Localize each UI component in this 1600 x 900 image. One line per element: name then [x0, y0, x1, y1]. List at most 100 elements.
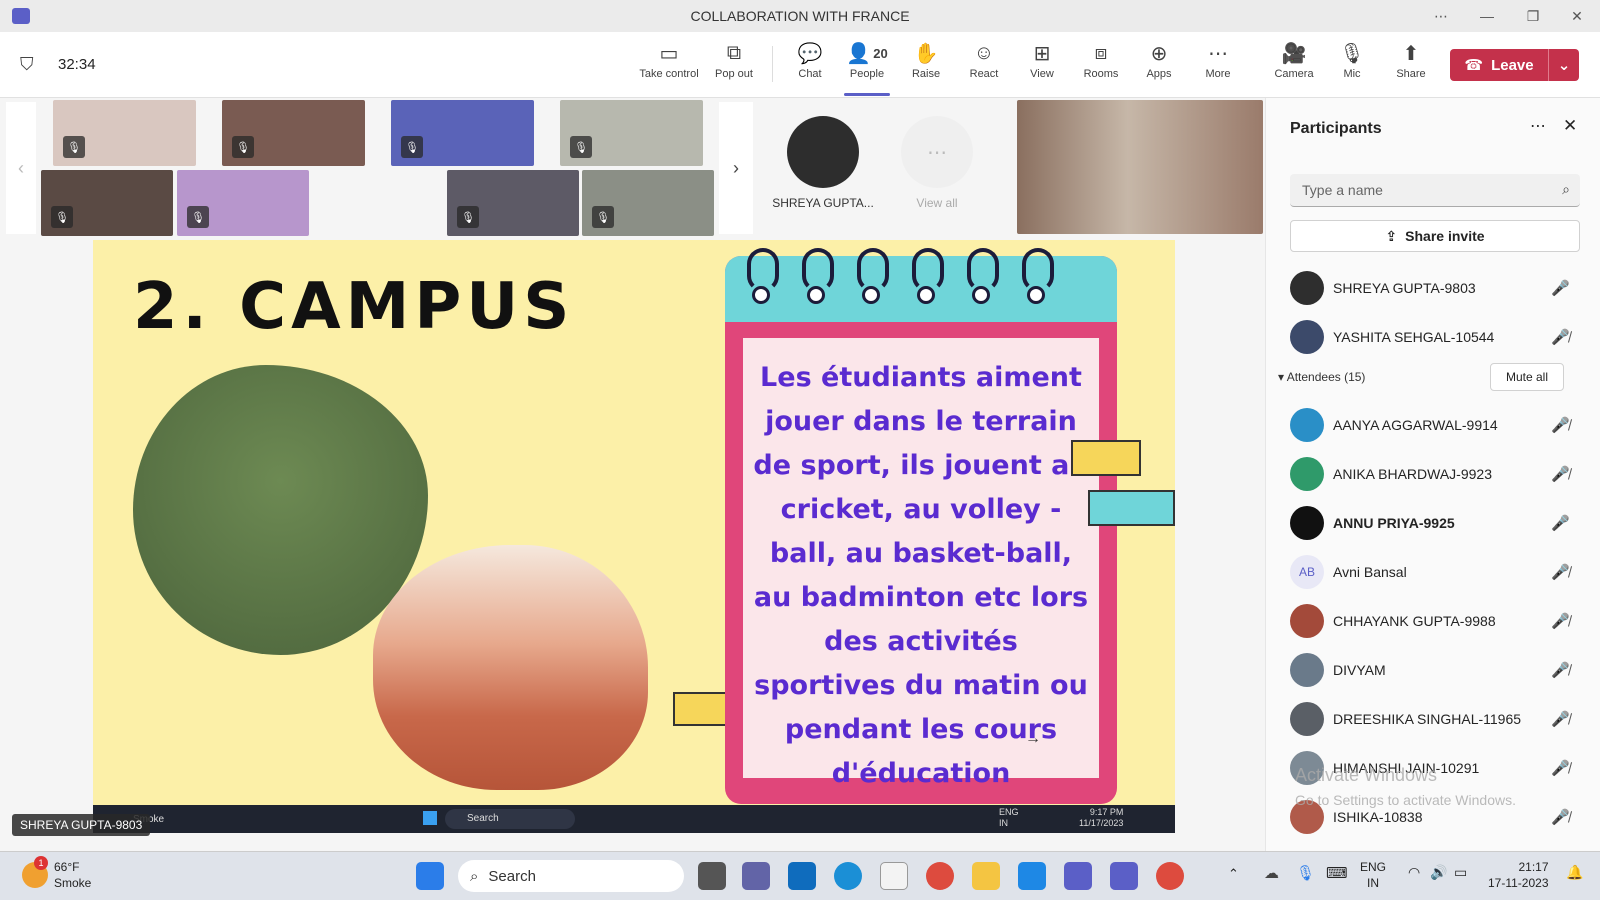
- notification-icon[interactable]: 🔔: [1566, 864, 1583, 881]
- task-view-icon[interactable]: [698, 862, 726, 890]
- windows-start-icon[interactable]: [416, 862, 444, 890]
- battery-icon[interactable]: ▭: [1454, 864, 1467, 881]
- ring: [747, 248, 779, 292]
- chevron-up-icon[interactable]: ⌃: [1228, 866, 1239, 882]
- keyboard-icon[interactable]: ⌨: [1326, 864, 1348, 882]
- pop-out-icon: ⧉: [726, 41, 742, 64]
- meet-icon[interactable]: [742, 862, 770, 890]
- search-icon: ⌕: [1562, 181, 1570, 197]
- participant-row[interactable]: ANNU PRIYA-9925 🎤: [1290, 501, 1590, 545]
- avatar[interactable]: [787, 116, 859, 188]
- video-tile[interactable]: 🎙: [447, 170, 579, 236]
- pop-out-button[interactable]: ⧉ Pop out: [703, 40, 765, 92]
- chat-button[interactable]: 💬 Chat: [779, 40, 841, 92]
- mic-icon[interactable]: 🎙: [1296, 864, 1315, 882]
- ring: [1022, 248, 1054, 292]
- leave-button[interactable]: ☎ Leave ⌄: [1450, 49, 1579, 81]
- notification-badge: 1: [34, 856, 48, 870]
- share-button[interactable]: ⬆ Share: [1380, 40, 1442, 92]
- strip-next-button[interactable]: ›: [719, 102, 753, 234]
- rooms-button[interactable]: ⧈ Rooms: [1070, 40, 1132, 92]
- smile-icon: ☺: [973, 41, 995, 64]
- video-tile[interactable]: 🎙: [582, 170, 714, 236]
- shared-screen: 2. CAMPUS Les étudiants aiment jouer dan…: [93, 240, 1175, 805]
- phone-icon: ☎: [1464, 57, 1484, 74]
- search-icon: ⌕: [470, 867, 479, 885]
- more-button[interactable]: ⋯ More: [1187, 40, 1249, 92]
- video-tile[interactable]: 🎙: [222, 100, 365, 166]
- wifi-icon[interactable]: ◠: [1408, 864, 1420, 881]
- participant-row[interactable]: DREESHIKA SINGHAL-11965 🎤̸: [1290, 697, 1590, 741]
- video-strip: ‹ 🎙 🎙 🎙 🎙 🎙 🎙 🎙 🎙 › SHREYA GUPTA... ⋯ Vi…: [0, 98, 1265, 238]
- chevron-down-icon: ▾: [1278, 370, 1287, 384]
- file-explorer-icon[interactable]: [972, 862, 1000, 890]
- volume-icon[interactable]: 🔊: [1430, 864, 1447, 881]
- video-tile[interactable]: 🎙: [177, 170, 309, 236]
- store-icon[interactable]: [880, 862, 908, 890]
- more-options-icon[interactable]: ⋯: [1418, 0, 1464, 32]
- chevron-down-icon[interactable]: ⌄: [1549, 56, 1579, 74]
- mic-off-icon: 🎙: [457, 206, 479, 228]
- people-button[interactable]: 👤 20 People: [836, 40, 898, 96]
- participant-row[interactable]: ANIKA BHARDWAJ-9923 🎤̸: [1290, 452, 1590, 496]
- close-icon[interactable]: ✕: [1563, 116, 1577, 136]
- view-all-button[interactable]: ⋯: [901, 116, 973, 188]
- participant-row[interactable]: SHREYA GUPTA-9803 🎤: [1290, 266, 1590, 310]
- app-icon[interactable]: [1064, 862, 1092, 890]
- chrome-icon[interactable]: [926, 862, 954, 890]
- more-icon: ⋯: [927, 141, 947, 164]
- weather-widget[interactable]: 66°F Smoke: [54, 859, 91, 891]
- video-tile[interactable]: 🎙: [41, 170, 173, 236]
- self-video-tile[interactable]: [1017, 100, 1263, 234]
- mic-button[interactable]: 🎙 Mic: [1321, 40, 1383, 92]
- minimize-button[interactable]: —: [1464, 0, 1510, 32]
- mail-icon[interactable]: [1018, 862, 1046, 890]
- raise-hand-button[interactable]: ✋ Raise: [895, 40, 957, 92]
- share-invite-button[interactable]: ⇪ Share invite: [1290, 220, 1580, 252]
- language-indicator[interactable]: ENG IN: [1360, 859, 1386, 891]
- video-tile[interactable]: 🎙: [391, 100, 534, 166]
- avatar: [1290, 506, 1324, 540]
- taskbar-search[interactable]: ⌕ Search: [458, 860, 684, 892]
- participant-row[interactable]: YASHITA SEHGAL-10544 🎤̸: [1290, 315, 1590, 359]
- desktop-icon[interactable]: [788, 862, 816, 890]
- cloud-icon[interactable]: ☁: [1264, 864, 1279, 882]
- attendees-group-header[interactable]: ▾ Attendees (15): [1278, 370, 1365, 384]
- mic-off-icon: 🎤̸: [1551, 417, 1570, 434]
- ring: [967, 248, 999, 292]
- teams-icon[interactable]: [1110, 862, 1138, 890]
- participants-pane: Participants ⋯ ✕ Type a name ⌕ ⇪ Share inv…: [1265, 98, 1600, 851]
- ring: [802, 248, 834, 292]
- participant-row[interactable]: DIVYAM 🎤̸: [1290, 648, 1590, 692]
- strip-prev-button[interactable]: ‹: [6, 102, 36, 234]
- camera-button[interactable]: 🎥 Camera: [1263, 40, 1325, 92]
- restore-button[interactable]: ❐: [1510, 0, 1556, 32]
- view-button[interactable]: ⊞ View: [1011, 40, 1073, 92]
- meeting-toolbar: ⛉ 32:34 ▭ Take control ⧉ Pop out 💬 Chat 👤 20…: [0, 32, 1600, 98]
- participant-search-input[interactable]: Type a name ⌕: [1290, 174, 1580, 207]
- system-clock[interactable]: 21:17 17-11-2023: [1488, 859, 1549, 891]
- video-tile[interactable]: 🎙: [53, 100, 196, 166]
- hand-icon: ✋: [913, 42, 939, 65]
- edge-icon[interactable]: [834, 862, 862, 890]
- mute-all-button[interactable]: Mute all: [1490, 363, 1564, 391]
- view-icon: ⊞: [1033, 42, 1051, 65]
- chevron-left-icon: ‹: [18, 157, 24, 178]
- participant-row[interactable]: AB Avni Bansal 🎤̸: [1290, 550, 1590, 594]
- video-tile[interactable]: 🎙: [560, 100, 703, 166]
- chrome-icon[interactable]: [1156, 862, 1184, 890]
- mic-off-icon: 🎙: [592, 206, 614, 228]
- participant-row[interactable]: AANYA AGGARWAL-9914 🎤̸: [1290, 403, 1590, 447]
- mic-off-icon: 🎤̸: [1551, 466, 1570, 483]
- react-button[interactable]: ☺ React: [953, 40, 1015, 92]
- take-control-icon: ▭: [659, 42, 679, 65]
- apps-button[interactable]: ⊕ Apps: [1128, 40, 1190, 92]
- close-window-button[interactable]: ✕: [1554, 0, 1600, 32]
- take-control-button[interactable]: ▭ Take control: [638, 40, 700, 92]
- mic-on-icon: 🎤: [1551, 280, 1570, 297]
- view-all-label[interactable]: View all: [894, 196, 980, 210]
- more-icon[interactable]: ⋯: [1530, 116, 1546, 136]
- notebook-graphic: Les étudiants aiment jouer dans le terra…: [725, 248, 1117, 805]
- campus-building-photo: [373, 545, 648, 790]
- participant-row[interactable]: CHHAYANK GUPTA-9988 🎤̸: [1290, 599, 1590, 643]
